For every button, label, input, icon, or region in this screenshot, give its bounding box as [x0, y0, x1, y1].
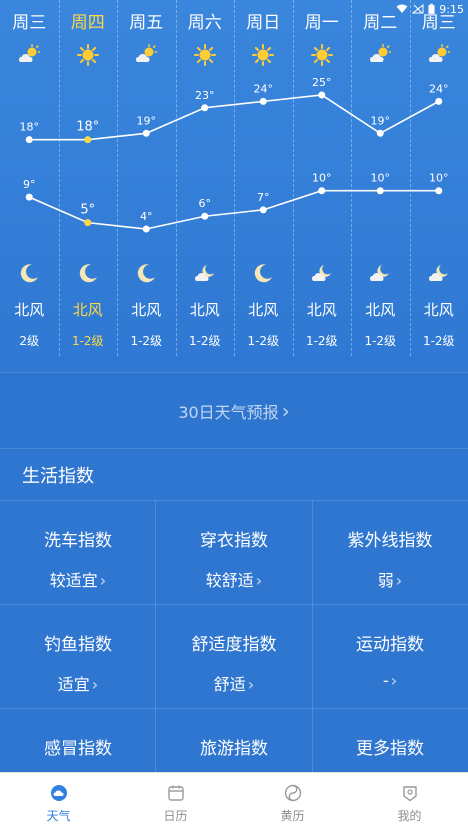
- tab-calendar[interactable]: 日历: [117, 773, 234, 834]
- high-temp-label: 18°: [20, 121, 40, 134]
- life-index-value: 舒适: [214, 675, 246, 694]
- life-index-value-row: 弱›: [312, 567, 468, 591]
- life-index-value: 较适宜: [50, 571, 98, 590]
- high-temp-point: [377, 130, 384, 137]
- low-temp-point: [377, 187, 384, 194]
- low-temp-label: 7°: [257, 191, 270, 204]
- low-temp-point: [84, 219, 91, 226]
- life-index-item[interactable]: 穿衣指数较舒适›: [156, 500, 312, 604]
- high-temp-point: [143, 130, 150, 137]
- life-index-item[interactable]: 运动指数 -›: [312, 604, 468, 708]
- almanac-icon: [284, 784, 302, 802]
- life-index-value-row: 较适宜›: [0, 567, 156, 591]
- chevron-right-icon: ›: [256, 571, 262, 590]
- tab-label: 黄历: [234, 807, 351, 824]
- life-index-title: 生活指数: [22, 462, 94, 488]
- life-index-name: 钓鱼指数: [0, 630, 156, 655]
- forecast-30-days-link[interactable]: 30日天气预报 ›: [0, 373, 468, 448]
- high-temp-label: 24°: [429, 82, 449, 95]
- life-index-name: 穿衣指数: [156, 526, 312, 551]
- calendar-icon: [167, 784, 185, 802]
- low-temp-label: 10°: [371, 172, 391, 185]
- life-index-value: 较舒适: [206, 571, 254, 590]
- profile-icon: [401, 784, 419, 802]
- low-temp-label: 9°: [23, 178, 36, 191]
- low-temp-point: [260, 206, 267, 213]
- life-index-grid: 洗车指数较适宜›穿衣指数较舒适›紫外线指数弱›钓鱼指数适宜›舒适度指数舒适›运动…: [0, 500, 468, 772]
- chevron-right-icon: ›: [92, 675, 98, 694]
- high-temp-label: 23°: [195, 89, 215, 102]
- low-temp-label: 4°: [140, 210, 153, 223]
- chevron-right-icon: ›: [100, 571, 106, 590]
- life-index-item[interactable]: 紫外线指数弱›: [312, 500, 468, 604]
- temperature-chart: 18° 18° 19° 23° 24° 25° 19° 24° 9° 5° 4° 6° 7° 10° 10°…: [0, 0, 468, 372]
- tab-label: 日历: [117, 807, 234, 824]
- low-temp-label: 10°: [429, 172, 449, 185]
- high-temp-label: 19°: [371, 114, 391, 127]
- high-temp-label: 25°: [312, 76, 332, 89]
- life-index-name: 感冒指数: [0, 734, 156, 759]
- low-temp-point: [26, 194, 33, 201]
- high-temp-point: [260, 98, 267, 105]
- high-temp-label: 19°: [137, 114, 157, 127]
- tab-weather[interactable]: 天气: [0, 773, 117, 834]
- tab-almanac[interactable]: 黄历: [234, 773, 351, 834]
- tab-profile[interactable]: 我的: [351, 773, 468, 834]
- tab-label: 我的: [351, 807, 468, 824]
- high-temp-point: [26, 136, 33, 143]
- low-temp-point: [201, 213, 208, 220]
- weather-icon: [50, 784, 68, 802]
- high-temp-point: [201, 104, 208, 111]
- forecast-30-label: 30日天气预报: [178, 399, 278, 423]
- grid-line: [0, 708, 468, 709]
- life-index-name: 舒适度指数: [156, 630, 312, 655]
- chevron-right-icon: ›: [282, 401, 290, 421]
- bottom-tab-bar: 天气日历黄历我的: [0, 772, 468, 834]
- grid-line: [0, 500, 468, 501]
- life-index-value-row: 较舒适›: [156, 567, 312, 591]
- low-temp-point: [143, 226, 150, 233]
- grid-line: [155, 500, 156, 772]
- life-index-value-row: -›: [312, 671, 468, 690]
- life-index-item[interactable]: 舒适度指数舒适›: [156, 604, 312, 708]
- life-index-name: 运动指数: [312, 630, 468, 655]
- life-index-value: 适宜: [58, 675, 90, 694]
- high-temp-label: 24°: [254, 82, 274, 95]
- low-temp-point: [318, 187, 325, 194]
- high-temp-label: 18°: [76, 120, 99, 135]
- life-index-name: 旅游指数: [156, 734, 312, 759]
- low-temp-point: [435, 187, 442, 194]
- grid-line: [0, 604, 468, 605]
- low-temp-label: 6°: [199, 197, 212, 210]
- high-temp-point: [435, 98, 442, 105]
- divider: [0, 448, 468, 449]
- life-index-value: 弱: [378, 571, 394, 590]
- tab-label: 天气: [0, 807, 117, 824]
- life-index-name: 紫外线指数: [312, 526, 468, 551]
- high-temp-point: [318, 92, 325, 99]
- low-temp-label: 10°: [312, 172, 332, 185]
- chevron-right-icon: ›: [248, 675, 254, 694]
- low-temp-label: 5°: [80, 203, 95, 218]
- grid-line: [312, 500, 313, 772]
- high-temp-point: [84, 136, 91, 143]
- life-index-item[interactable]: 洗车指数较适宜›: [0, 500, 156, 604]
- life-index-value: -: [383, 671, 389, 690]
- life-index-name: 洗车指数: [0, 526, 156, 551]
- life-index-item[interactable]: 钓鱼指数适宜›: [0, 604, 156, 708]
- life-index-name: 更多指数: [312, 734, 468, 759]
- life-index-value-row: 适宜›: [0, 671, 156, 695]
- chevron-right-icon: ›: [391, 671, 397, 690]
- chevron-right-icon: ›: [396, 571, 402, 590]
- life-index-value-row: 舒适›: [156, 671, 312, 695]
